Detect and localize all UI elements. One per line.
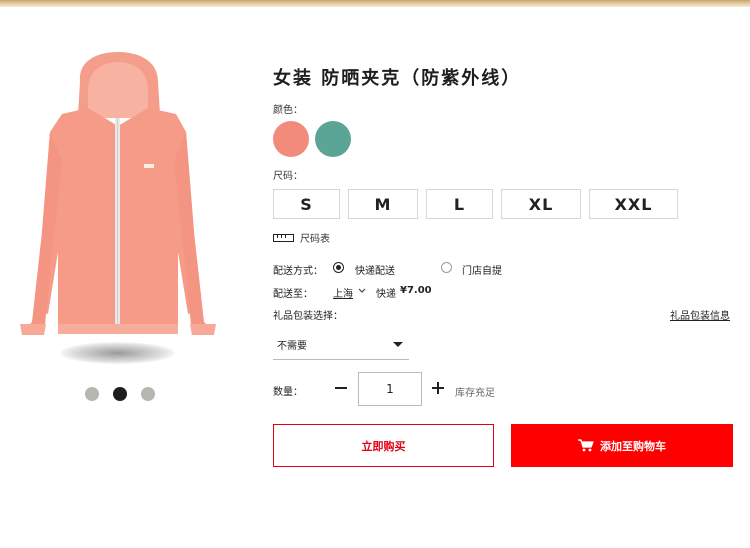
radio-store-pickup[interactable] bbox=[441, 262, 452, 273]
radio-express[interactable] bbox=[333, 262, 344, 273]
quantity-decrease-button[interactable] bbox=[334, 381, 348, 395]
size-option-xl[interactable]: XL bbox=[501, 189, 581, 219]
quantity-input[interactable] bbox=[358, 372, 422, 406]
delivery-carrier: 快递 bbox=[376, 289, 396, 300]
carousel-dot-3[interactable] bbox=[141, 387, 155, 401]
size-label: 尺码： bbox=[273, 171, 303, 182]
add-to-cart-label: 添加至购物车 bbox=[600, 439, 666, 453]
delivery-method-label: 配送方式： bbox=[273, 266, 323, 277]
product-page: 女装 防晒夹克（防紫外线） 颜色： 尺码： S M L XL XXL 尺码表 配… bbox=[0, 0, 750, 548]
decorative-top-border bbox=[0, 0, 750, 7]
size-option-xxl[interactable]: XXL bbox=[589, 189, 678, 219]
size-option-m[interactable]: M bbox=[348, 189, 418, 219]
delivery-city-select[interactable]: 上海 bbox=[333, 285, 353, 300]
color-swatch-teal[interactable] bbox=[315, 121, 351, 157]
delivery-express-label[interactable]: 快递配送 bbox=[355, 262, 395, 277]
buy-now-label: 立即购买 bbox=[361, 439, 406, 453]
delivery-pickup-label[interactable]: 门店自提 bbox=[462, 262, 502, 277]
add-to-cart-button[interactable]: 添加至购物车 bbox=[511, 424, 733, 467]
color-label: 颜色： bbox=[273, 105, 303, 116]
shopping-cart-icon bbox=[578, 439, 594, 452]
delivery-to-label: 配送至： bbox=[273, 289, 313, 300]
caret-down-icon bbox=[393, 342, 403, 347]
product-title: 女装 防晒夹克（防紫外线） bbox=[273, 68, 522, 89]
quantity-increase-button[interactable] bbox=[431, 381, 445, 395]
gift-wrap-label: 礼品包装选择： bbox=[273, 311, 343, 322]
stock-status: 库存充足 bbox=[455, 388, 495, 399]
size-option-s[interactable]: S bbox=[273, 189, 340, 219]
gift-wrap-selected: 不需要 bbox=[277, 341, 307, 352]
buy-now-button[interactable]: 立即购买 bbox=[273, 424, 494, 467]
carousel-dot-2[interactable] bbox=[113, 387, 127, 401]
image-carousel-dots bbox=[85, 387, 155, 401]
size-chart-link[interactable]: 尺码表 bbox=[273, 230, 330, 245]
gift-wrap-select[interactable]: 不需要 bbox=[273, 330, 409, 360]
ruler-icon bbox=[273, 233, 294, 242]
product-image[interactable] bbox=[18, 52, 218, 364]
color-swatch-coral-pink[interactable] bbox=[273, 121, 309, 157]
size-chart-label: 尺码表 bbox=[300, 234, 330, 245]
jacket-logo bbox=[144, 164, 154, 168]
chevron-down-icon[interactable] bbox=[358, 288, 366, 294]
gift-wrap-info-link[interactable]: 礼品包装信息 bbox=[670, 307, 730, 322]
delivery-price: ¥7.00 bbox=[400, 285, 432, 296]
carousel-dot-1[interactable] bbox=[85, 387, 99, 401]
size-option-l[interactable]: L bbox=[426, 189, 493, 219]
quantity-label: 数量： bbox=[273, 387, 303, 398]
product-shadow bbox=[60, 342, 175, 364]
